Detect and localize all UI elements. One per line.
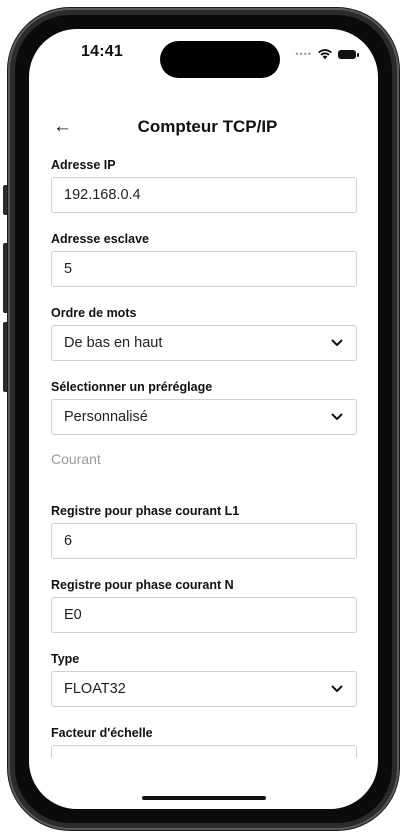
register-l1-value: 6 xyxy=(64,533,73,549)
preset-select[interactable]: Personnalisé xyxy=(51,399,357,435)
chevron-down-icon xyxy=(330,682,344,696)
battery-icon xyxy=(338,49,359,59)
scale-factor-input[interactable] xyxy=(51,745,357,757)
type-value: FLOAT32 xyxy=(64,681,126,697)
register-n-value: E0 xyxy=(64,607,82,623)
chevron-down-icon xyxy=(330,410,344,424)
signal-dots-icon: •••• xyxy=(295,49,312,59)
register-n-input[interactable]: E0 xyxy=(51,597,357,633)
word-order-select[interactable]: De bas en haut xyxy=(51,325,357,361)
page-title: Compteur TCP/IP xyxy=(137,117,278,136)
device-frame: 14:41 •••• ← Compteur TCP/IP Adresse IP … xyxy=(0,0,407,836)
ip-address-input[interactable]: 192.168.0.4 xyxy=(51,177,357,213)
phone-bezel: 14:41 •••• ← Compteur TCP/IP Adresse IP … xyxy=(15,15,392,823)
app-header: ← Compteur TCP/IP xyxy=(29,115,378,145)
word-order-label: Ordre de mots xyxy=(51,306,137,320)
scale-factor-label: Facteur d'échelle xyxy=(51,726,153,740)
ip-address-value: 192.168.0.4 xyxy=(64,187,141,203)
register-n-label: Registre pour phase courant N xyxy=(51,578,234,592)
tcp-ip-meter-form: Adresse IP 192.168.0.4 Adresse esclave 5… xyxy=(51,157,357,757)
screen: 14:41 •••• ← Compteur TCP/IP Adresse IP … xyxy=(29,29,378,809)
register-l1-input[interactable]: 6 xyxy=(51,523,357,559)
slave-address-label: Adresse esclave xyxy=(51,232,149,246)
preset-value: Personnalisé xyxy=(64,409,148,425)
chevron-down-icon xyxy=(330,336,344,350)
status-time: 14:41 xyxy=(81,43,123,60)
slave-address-input[interactable]: 5 xyxy=(51,251,357,287)
type-label: Type xyxy=(51,652,80,666)
dynamic-island xyxy=(160,41,280,78)
status-indicators: •••• xyxy=(295,48,359,60)
register-l1-label: Registre pour phase courant L1 xyxy=(51,504,240,518)
wifi-icon xyxy=(318,49,332,60)
current-section-title: Courant xyxy=(51,451,101,467)
preset-label: Sélectionner un préréglage xyxy=(51,380,213,394)
type-select[interactable]: FLOAT32 xyxy=(51,671,357,707)
word-order-value: De bas en haut xyxy=(64,335,163,351)
home-indicator[interactable] xyxy=(141,796,266,800)
ip-address-label: Adresse IP xyxy=(51,158,116,172)
phone-body: 14:41 •••• ← Compteur TCP/IP Adresse IP … xyxy=(8,8,399,830)
slave-address-value: 5 xyxy=(64,261,73,277)
